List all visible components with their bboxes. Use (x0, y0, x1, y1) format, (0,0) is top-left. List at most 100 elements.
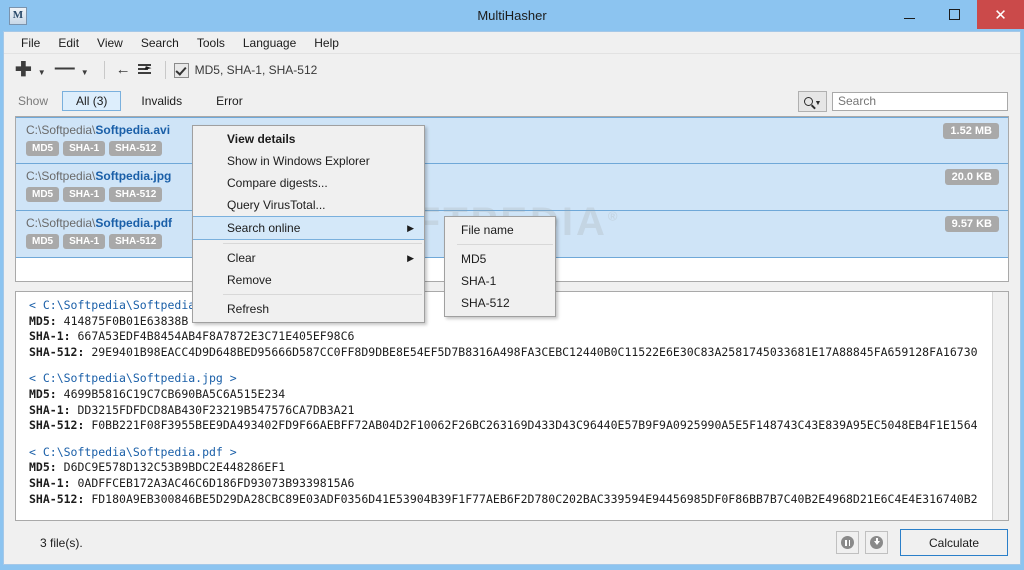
context-menu-item-show-in-explorer[interactable]: Show in Windows Explorer (193, 150, 424, 172)
pause-button[interactable] (836, 531, 859, 554)
badge-md5: MD5 (26, 141, 60, 156)
result-sha512-value: FD180A9EB300846BE5D29DA28CBC89E03ADF0356… (91, 491, 978, 506)
menu-edit[interactable]: Edit (49, 34, 88, 52)
window-controls: ✕ (887, 0, 1024, 29)
results-pane[interactable]: < C:\Softpedia\Softpedia.avi > MD5: 4148… (15, 291, 1009, 521)
context-menu-item-label: Search online (227, 221, 301, 235)
close-button[interactable]: ✕ (977, 0, 1024, 29)
result-sha1-value: DD3215FDFDCD8AB430F23219B547576CA7DB3A21 (77, 402, 355, 417)
add-files-icon[interactable]: ✚ (13, 60, 34, 80)
vertical-scrollbar[interactable] (992, 292, 1008, 520)
context-menu-item-compare-digests[interactable]: Compare digests... (193, 172, 424, 194)
result-gap (29, 434, 992, 445)
search-area: ▼ (798, 90, 1008, 112)
badge-md5: MD5 (26, 234, 60, 249)
filter-bar: Show All (3) Invalids Error ▼ (4, 86, 1020, 116)
table-row[interactable]: C:\Softpedia\Softpedia.avi MD5 SHA-1 SHA… (16, 117, 1008, 164)
show-label: Show (18, 94, 49, 108)
result-md5-key: MD5: (29, 313, 57, 328)
multihasher-window: M MultiHasher ✕ File Edit View Search To… (0, 0, 1024, 570)
result-sha1: SHA-1: 0ADFFCEB172A3AC46C6D186FD93073B93… (29, 476, 992, 492)
search-input[interactable] (832, 91, 1008, 111)
context-menu-item-view-details[interactable]: View details (193, 128, 424, 150)
file-dir: C:\Softpedia\ (26, 216, 96, 230)
menu-file[interactable]: File (12, 34, 49, 52)
toolbar-separator-2 (164, 61, 166, 79)
file-name: Softpedia.avi (95, 123, 171, 137)
list-select-icon[interactable] (137, 63, 153, 77)
result-sha1-key: SHA-1: (29, 329, 71, 344)
result-sha1: SHA-1: DD3215FDFDCD8AB430F23219B547576CA… (29, 403, 992, 419)
menu-language[interactable]: Language (234, 34, 305, 52)
result-md5-value: D6DC9E578D132C53B9BDC2E448286EF1 (63, 460, 286, 475)
submenu-item-sha1[interactable]: SHA-1 (445, 270, 555, 292)
result-gap (29, 360, 992, 371)
table-row[interactable]: C:\Softpedia\Softpedia.jpg MD5 SHA-1 SHA… (16, 164, 1008, 211)
remove-dropdown-icon[interactable]: ▼ (81, 68, 89, 77)
add-dropdown-icon[interactable]: ▼ (38, 68, 46, 77)
context-menu[interactable]: View details Show in Windows Explorer Co… (192, 125, 425, 323)
result-sha1-key: SHA-1: (29, 475, 71, 490)
search-online-submenu[interactable]: File name MD5 SHA-1 SHA-512 (444, 216, 556, 317)
algorithms-checkbox[interactable] (173, 62, 189, 78)
hash-badges: MD5 SHA-1 SHA-512 (26, 187, 1008, 202)
results-text: < C:\Softpedia\Softpedia.avi > MD5: 4148… (16, 292, 992, 520)
context-menu-separator-2 (223, 294, 422, 295)
file-name: Softpedia.jpg (95, 169, 172, 183)
submenu-item-file-name[interactable]: File name (445, 219, 555, 241)
result-sha1: SHA-1: 667A53EDF4B8454AB4F8A7872E3C71E40… (29, 329, 992, 345)
search-icon (803, 96, 813, 106)
menu-search[interactable]: Search (132, 34, 188, 52)
context-menu-item-remove[interactable]: Remove (193, 269, 424, 291)
context-menu-item-query-virustotal[interactable]: Query VirusTotal... (193, 194, 424, 216)
badge-sha1: SHA-1 (63, 187, 106, 202)
submenu-item-md5[interactable]: MD5 (445, 248, 555, 270)
file-name: Softpedia.pdf (95, 216, 173, 230)
search-options-button[interactable]: ▼ (798, 90, 827, 112)
hash-badges: MD5 SHA-1 SHA-512 (26, 141, 1008, 156)
file-size-badge: 9.57 KB (944, 216, 999, 232)
minimize-icon (904, 17, 915, 19)
menu-help[interactable]: Help (305, 34, 348, 52)
context-menu-item-search-online[interactable]: Search online ▶ (193, 216, 424, 240)
result-sha512: SHA-512: F0BB221F08F3955BEE9DA493402FD9F… (29, 418, 992, 434)
result-sha512: SHA-512: 29E9401B98EACC4D9D648BED95666D5… (29, 345, 992, 361)
menu-view[interactable]: View (88, 34, 132, 52)
file-count-status: 3 file(s). (40, 535, 83, 550)
status-actions: Calculate (836, 529, 1008, 556)
remove-files-icon[interactable]: — (53, 58, 77, 78)
filter-tab-error[interactable]: Error (202, 91, 257, 111)
context-menu-item-label: Clear (227, 251, 256, 265)
result-sha512-key: SHA-512: (29, 344, 85, 359)
context-menu-item-refresh[interactable]: Refresh (193, 298, 424, 320)
file-dir: C:\Softpedia\ (26, 123, 96, 137)
minimize-button[interactable] (887, 0, 932, 29)
context-menu-item-clear[interactable]: Clear ▶ (193, 247, 424, 269)
chevron-down-icon: ▼ (814, 99, 822, 107)
file-path: C:\Softpedia\Softpedia.jpg (26, 169, 1008, 183)
badge-sha512: SHA-512 (109, 141, 163, 156)
calculate-button[interactable]: Calculate (900, 529, 1008, 556)
badge-sha1: SHA-1 (63, 141, 106, 156)
result-sha512-value: 29E9401B98EACC4D9D648BED95666D587CC0FF8D… (91, 344, 978, 359)
filter-tab-all[interactable]: All (3) (62, 91, 122, 111)
undo-icon[interactable]: ← (113, 61, 134, 78)
result-sha512: SHA-512: FD180A9EB300846BE5D29DA28CBC89E… (29, 492, 992, 508)
filter-tab-invalids[interactable]: Invalids (127, 91, 196, 111)
result-sha1-key: SHA-1: (29, 402, 71, 417)
badge-sha512: SHA-512 (109, 187, 163, 202)
chevron-right-icon: ▶ (407, 252, 414, 263)
menu-tools[interactable]: Tools (188, 34, 234, 52)
submenu-separator (457, 244, 553, 245)
result-md5: MD5: 4699B5816C19C7CB690BA5C6A515E234 (29, 387, 992, 403)
stop-button[interactable] (865, 531, 888, 554)
badge-sha1: SHA-1 (63, 234, 106, 249)
maximize-button[interactable] (932, 0, 977, 29)
title-bar: M MultiHasher ✕ (0, 0, 1024, 31)
submenu-item-sha512[interactable]: SHA-512 (445, 292, 555, 314)
toolbar: ✚ ▼ — ▼ ← MD5, SHA-1, SHA-512 (4, 54, 1020, 86)
context-menu-separator-1 (223, 243, 422, 244)
result-header: < C:\Softpedia\Softpedia.jpg > (29, 371, 237, 386)
maximize-icon (949, 9, 960, 20)
menu-bar: File Edit View Search Tools Language Hel… (4, 32, 1020, 54)
